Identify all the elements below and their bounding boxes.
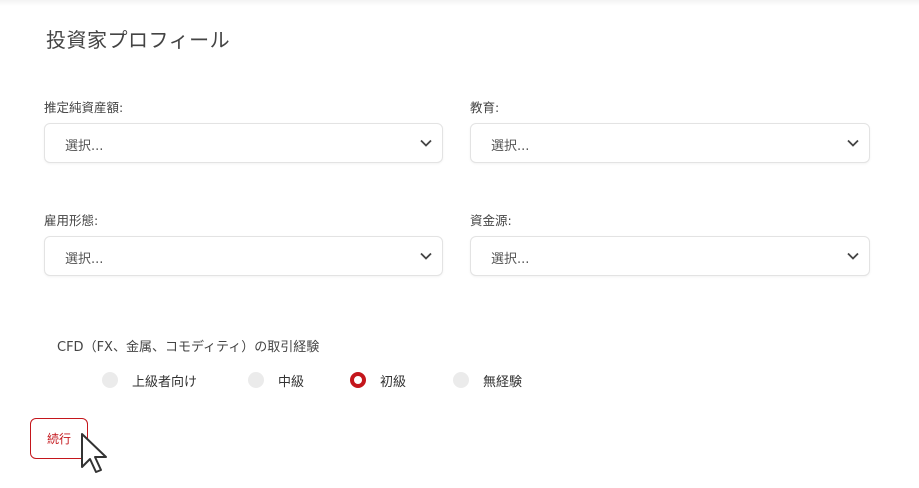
chevron-down-icon (847, 252, 859, 260)
radio-option-advanced[interactable]: 上級者向け (102, 369, 197, 391)
radio-option-intermediate[interactable]: 中級 (248, 369, 304, 391)
source-of-funds-select-value: 選択... (491, 252, 530, 267)
radio-no-experience[interactable] (453, 372, 469, 388)
radio-label-advanced: 上級者向け (132, 374, 198, 390)
net-worth-select[interactable]: 選択... (44, 123, 443, 163)
source-of-funds-label: 資金源: (470, 213, 512, 228)
radio-advanced[interactable] (102, 372, 118, 388)
radio-label-intermediate: 中級 (278, 374, 305, 390)
radio-beginner-selected[interactable] (350, 372, 366, 388)
radio-intermediate[interactable] (248, 372, 264, 388)
radio-option-no-experience[interactable]: 無経験 (453, 369, 522, 391)
radio-option-beginner[interactable]: 初級 (350, 369, 406, 391)
education-select[interactable]: 選択... (470, 123, 870, 163)
radio-label-no-experience: 無経験 (483, 374, 523, 390)
education-select-value: 選択... (491, 139, 530, 154)
net-worth-select-value: 選択... (65, 139, 104, 154)
net-worth-label: 推定純資産額: (44, 100, 124, 115)
page-title: 投資家プロフィール (46, 28, 231, 52)
employment-select-value: 選択... (65, 252, 104, 267)
top-border (0, 0, 919, 6)
mouse-pointer-icon (81, 433, 107, 473)
chevron-down-icon (420, 139, 432, 147)
employment-select[interactable]: 選択... (44, 236, 443, 276)
employment-label: 雇用形態: (44, 213, 99, 228)
chevron-down-icon (420, 252, 432, 260)
source-of-funds-select[interactable]: 選択... (470, 236, 870, 276)
chevron-down-icon (847, 139, 859, 147)
education-label: 教育: (470, 100, 500, 115)
cfd-experience-question: CFD（FX、金属、コモディティ）の取引経験 (57, 340, 320, 355)
radio-label-beginner: 初級 (380, 374, 407, 390)
